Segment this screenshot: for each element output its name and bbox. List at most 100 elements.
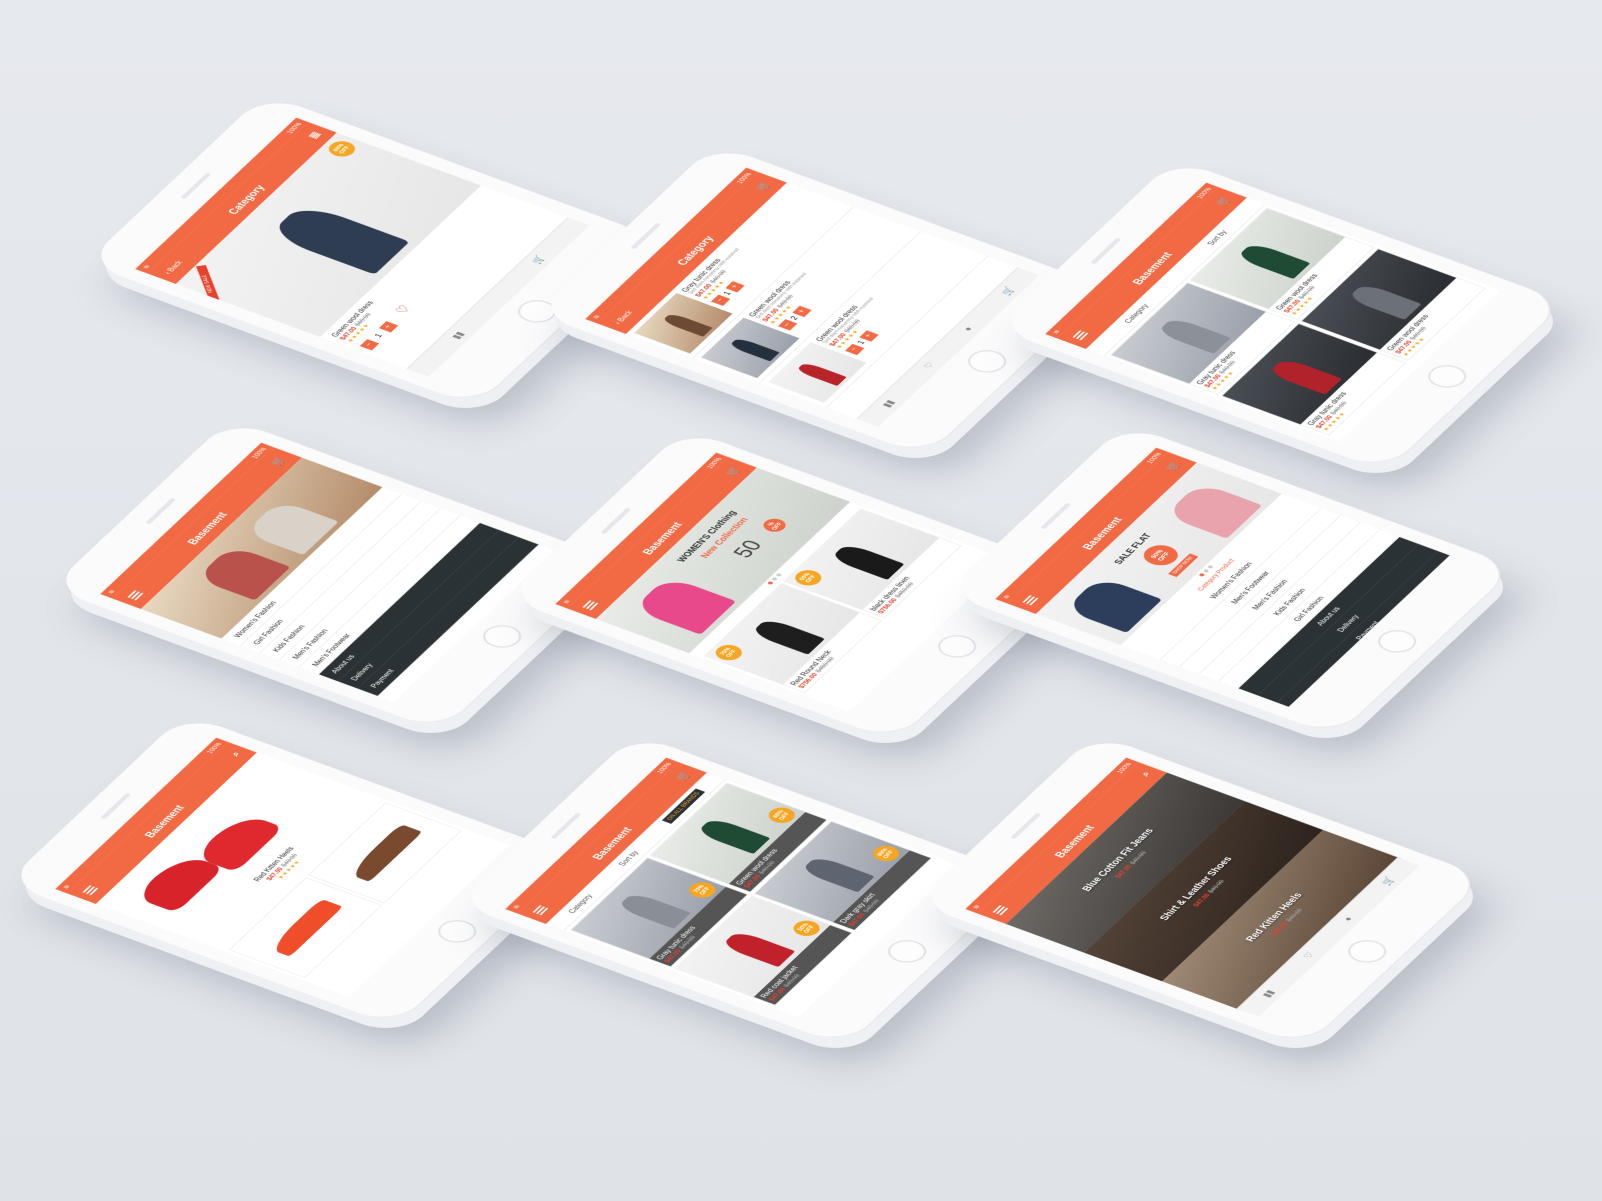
rating-stars: ★★★★★ [1322,411,1348,432]
model-figure [1267,357,1343,395]
product-image [1222,323,1377,425]
product-price: $47.00$40.00 [1202,359,1238,389]
screen: ≋ 100% Basement 🛒 Category Sort by ON ALL… [505,757,960,1017]
model-figure [195,545,291,601]
model-figure [800,855,876,893]
wifi-icon: ≋ [970,903,982,910]
screen: ≋ 100% Basement 🛒 SALE FLAT 50% OFF SHOP N… [995,447,1450,707]
screen: ≋ 100% ‹ Back Category ▦ 60% OFF NEW SALE … [135,117,590,377]
qty-plus-button[interactable]: + [725,281,745,293]
model-figure [267,202,410,275]
qty-minus-button[interactable]: − [845,343,865,356]
product-name: Gray tunic dress [1305,390,1349,427]
speaker [600,507,632,535]
qty-minus-button[interactable]: − [359,339,380,351]
product-name: Gray tunic dress [654,924,698,961]
home-button[interactable] [960,345,1014,377]
device-product-grid: ≋ 100% Basement 🛒 Category Sort by Gray t… [994,158,1566,472]
model-figure [1347,282,1422,320]
product-image: 50% OFF [675,896,830,997]
home-button[interactable] [430,915,484,947]
screen: ≋ 100% Basement ⌕ Blue Cotton Fit Jeans $… [965,757,1420,1017]
new-sale-ribbon: NEW SALE [196,265,220,303]
speaker [180,172,212,200]
qty-value: 1 [855,339,867,346]
wifi-icon: ≋ [590,313,602,320]
menu-icon[interactable] [532,905,549,916]
list-item-image [634,293,733,354]
product-card[interactable] [228,877,383,979]
menu-icon[interactable] [582,600,599,611]
stats-icon[interactable]: ▮▮ [449,330,467,341]
qty-plus-button[interactable]: + [378,321,399,333]
qty-minus-button[interactable]: − [778,319,798,331]
home-button[interactable] [880,935,934,967]
qty-minus-button[interactable]: − [711,294,731,306]
screen: ≋ 100% Basement 🛒 Women's Fashion Girl Fa… [100,442,555,702]
wifi-icon: ≋ [560,598,572,605]
model-figure [795,361,847,386]
product-list: Gray tunic dress Sed diam nonummy nibh e… [625,182,988,408]
wifi-icon: ≋ [60,883,72,890]
home-button[interactable] [475,620,529,652]
list-item-image [768,342,867,403]
qty-value: 1 [372,332,384,339]
home-button[interactable] [1340,935,1394,967]
rating-stars: ★★★★★ [1211,370,1237,391]
model-figure [1236,242,1311,280]
user-icon[interactable]: ● [1341,915,1355,922]
menu-icon[interactable] [992,905,1009,916]
screen: ≋ 100% ‹ Back Category 🛒 Gray tunic dress… [585,167,1040,427]
list-item-price: $47.00$40.00 [827,318,863,348]
home-button[interactable] [1420,360,1474,392]
qty-plus-button[interactable]: + [859,330,879,342]
heart-icon[interactable]: ♡ [393,304,415,316]
discount-badge: 70% OFF [684,879,721,901]
device-product-list: ≋ 100% ‹ Back Category 🛒 Gray tunic dress… [534,143,1106,457]
model-figure [750,617,826,655]
list-item-image [701,317,800,379]
menu-icon[interactable] [1022,595,1039,606]
back-button[interactable]: ‹ Back [612,309,634,325]
banner-off-badge: % OFF [759,516,790,535]
cart-icon[interactable]: 🛒 [529,254,547,265]
menu-icon[interactable] [127,590,144,601]
cart-icon[interactable]: 🛒 [1379,876,1397,887]
category-dropdown[interactable]: Category [566,893,594,914]
speaker [145,497,177,525]
home-button[interactable] [930,630,984,662]
cart-icon[interactable]: 🛒 [999,286,1017,297]
speaker [630,222,662,250]
discount-badge: 60% OFF [323,138,360,160]
model-figure [830,542,905,580]
wifi-icon: ≋ [105,588,117,595]
device-sale-menu: ≋ 100% Basement 🛒 SALE FLAT 50% OFF SHOP N… [944,423,1516,737]
stats-icon[interactable]: ▮▮ [1260,989,1278,999]
wifi-icon: ≋ [510,903,522,910]
qty-plus-button[interactable]: + [792,305,812,318]
phone-body: ≋ 100% Basement 🛒 Category Sort by Gray t… [994,158,1566,472]
speaker [550,812,582,840]
product-card[interactable]: Gray tunic dress $47.00$40.00 ★★★★★ [1221,323,1407,436]
product-name: Red Round Neck [788,649,833,687]
phone-body: ≋ 100% ‹ Back Category ▦ 60% OFF NEW SALE … [84,93,656,407]
qty-value: 1 [721,290,733,297]
menu-icon[interactable] [1072,330,1089,341]
brown-pump-shape [346,823,423,883]
product-card[interactable]: 70% OFF Red Round Neck $756.00$450.00 [703,583,883,694]
discount-badge: 70% OFF [710,642,747,664]
home-button[interactable] [1370,625,1424,657]
wifi-icon: ≋ [140,263,152,270]
product-price: $47.00$40.00 [662,934,698,964]
product-card[interactable]: 50% OFF Red coat jacket $47.00$40.00 [674,895,853,1006]
product-name: Red coat jacket [758,964,800,999]
screen: ≋ 100% Basement 🛒 Category Sort by Gray t… [1045,182,1500,442]
menu-icon[interactable] [82,885,99,896]
wifi-icon: ≋ [1000,593,1012,600]
heart-icon[interactable]: ♡ [1301,951,1317,960]
stats-icon[interactable]: ▮▮ [880,399,898,409]
product-price: $756.00$450.00 [796,656,837,690]
user-icon[interactable]: ● [961,325,975,332]
back-button[interactable]: ‹ Back [162,259,184,275]
heart-icon[interactable]: ♡ [921,361,937,370]
